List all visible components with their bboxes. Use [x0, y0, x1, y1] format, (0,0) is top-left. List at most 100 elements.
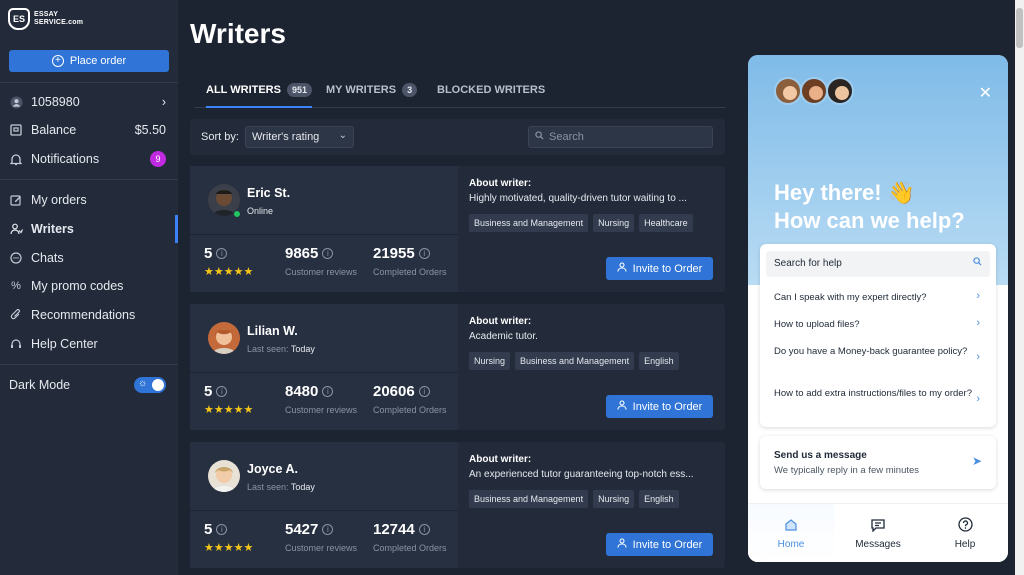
balance-label: Balance	[31, 123, 77, 137]
info-icon[interactable]: i	[216, 248, 228, 259]
widget-tab-help[interactable]: Help	[922, 504, 1008, 562]
writer-name[interactable]: Joyce A.	[247, 462, 298, 476]
info-icon[interactable]: i	[322, 386, 334, 397]
sidebar-item-help-center[interactable]: Help Center	[0, 330, 178, 358]
invite-label: Invite to Order	[632, 262, 703, 275]
sidebar-item-label: Recommendations	[31, 308, 136, 322]
writer-card: Eric St. Online 5i ★★★★★ 9865 i Customer …	[190, 166, 725, 292]
completed-number: 12744	[373, 521, 415, 538]
writer-summary: Eric St. Online 5i ★★★★★ 9865 i Customer …	[190, 166, 458, 292]
writer-summary: Joyce A. Last seen: Today 5i ★★★★★ 5427 i…	[190, 442, 458, 568]
info-icon[interactable]: i	[322, 524, 334, 535]
tab-label: MY WRITERS	[326, 83, 397, 96]
user-icon	[617, 538, 627, 551]
sidebar-item-promo-codes[interactable]: % My promo codes	[0, 272, 178, 300]
writer-status: Online	[247, 206, 273, 216]
search-input[interactable]: Search	[528, 126, 713, 148]
user-circle-icon	[9, 95, 23, 109]
info-icon[interactable]: i	[418, 386, 430, 397]
help-search-input[interactable]: Search for help	[766, 251, 990, 277]
reviews-number: 9865	[285, 245, 319, 262]
widget-tab-label: Messages	[855, 538, 901, 550]
status-value: Online	[247, 206, 274, 216]
invite-to-order-button[interactable]: Invite to Order	[606, 395, 713, 418]
faq-item[interactable]: How to add extra instructions/files to m…	[774, 386, 980, 401]
reviews-number: 8480	[285, 383, 319, 400]
sidebar-item-label: My orders	[31, 193, 87, 207]
balance-value: $5.50	[134, 123, 166, 137]
info-icon[interactable]: i	[322, 248, 334, 259]
close-icon[interactable]: ✕	[979, 83, 992, 103]
avatar	[774, 77, 802, 105]
send-icon: ➤	[971, 454, 982, 468]
account-item[interactable]: 1058980 ›	[0, 88, 178, 116]
info-icon[interactable]: i	[216, 386, 228, 397]
writer-name[interactable]: Lilian W.	[247, 324, 298, 338]
dark-mode-toggle[interactable]: ☼	[134, 377, 166, 393]
info-icon[interactable]: i	[418, 524, 430, 535]
headset-icon	[9, 337, 23, 351]
user-icon	[617, 262, 627, 275]
about-text: Highly motivated, quality-driven tutor w…	[469, 193, 687, 204]
widget-tab-home[interactable]: Home	[748, 504, 834, 562]
writer-tabs: ALL WRITERS 951 MY WRITERS 3 BLOCKED WRI…	[194, 72, 726, 108]
rating-stars: ★★★★★	[204, 542, 254, 554]
sidebar-item-writers[interactable]: Writers	[0, 215, 178, 243]
widget-tab-messages[interactable]: Messages	[835, 504, 921, 562]
tab-all-writers[interactable]: ALL WRITERS 951	[206, 72, 312, 108]
reviews-label: Customer reviews	[285, 405, 358, 415]
balance-item[interactable]: Balance $5.50	[0, 116, 178, 144]
bell-icon	[9, 152, 23, 166]
invite-to-order-button[interactable]: Invite to Order	[606, 533, 713, 556]
subject-tag: Healthcare	[639, 214, 693, 232]
writer-status: Last seen: Today	[247, 482, 315, 492]
sort-value: Writer's rating	[252, 131, 320, 143]
faq-item[interactable]: Can I speak with my expert directly?	[774, 290, 980, 305]
place-order-button[interactable]: + Place order	[9, 50, 169, 72]
wallet-icon	[9, 123, 23, 137]
paperclip-icon	[9, 308, 23, 322]
divider	[190, 372, 458, 373]
about-title: About writer:	[469, 316, 532, 327]
sort-select[interactable]: Writer's rating ⌄	[245, 126, 354, 148]
logo[interactable]: ES ESSAY SERVICE.com	[8, 8, 83, 30]
avatar[interactable]	[208, 460, 240, 492]
tab-my-writers[interactable]: MY WRITERS 3	[326, 72, 418, 107]
edit-icon	[9, 193, 23, 207]
info-icon[interactable]: i	[216, 524, 228, 535]
logo-line2: SERVICE.com	[34, 19, 84, 26]
help-widget: ✕ Hey there! 👋 How can we help? Search f…	[748, 55, 1008, 562]
invite-label: Invite to Order	[632, 538, 703, 551]
sidebar-item-label: My promo codes	[31, 279, 124, 293]
user-icon	[617, 400, 627, 413]
divider	[0, 82, 178, 83]
subject-tags: Business and Management Nursing Healthca…	[469, 214, 693, 232]
subject-tag: Business and Management	[515, 352, 635, 370]
sidebar-item-my-orders[interactable]: My orders	[0, 186, 178, 214]
sidebar-item-chats[interactable]: Chats	[0, 244, 178, 272]
notifications-item[interactable]: Notifications 9	[0, 145, 178, 173]
sort-label: Sort by:	[201, 131, 239, 143]
subject-tag: Nursing	[593, 490, 635, 508]
status-value: Today	[290, 482, 315, 492]
chevron-right-icon: ›	[161, 95, 166, 109]
send-message-card[interactable]: Send us a message We typically reply in …	[760, 436, 996, 489]
search-placeholder: Search	[549, 131, 584, 143]
faq-item[interactable]: Do you have a Money-back guarantee polic…	[774, 344, 980, 359]
faq-item[interactable]: How to upload files?	[774, 317, 980, 332]
avatar[interactable]	[208, 322, 240, 354]
sun-icon: ☼	[138, 378, 148, 389]
reviews-value: 5427 i	[285, 521, 334, 538]
writer-name[interactable]: Eric St.	[247, 186, 290, 200]
info-icon[interactable]: i	[418, 248, 430, 259]
invite-to-order-button[interactable]: Invite to Order	[606, 257, 713, 280]
widget-greeting: Hey there! 👋 How can we help?	[774, 179, 965, 235]
sidebar: ES ESSAY SERVICE.com + Place order 10589…	[0, 0, 178, 575]
sidebar-item-recommendations[interactable]: Recommendations	[0, 301, 178, 329]
scrollbar-thumb[interactable]	[1016, 8, 1023, 48]
support-agents	[774, 77, 854, 105]
page-scrollbar[interactable]	[1015, 0, 1024, 575]
tab-blocked-writers[interactable]: BLOCKED WRITERS	[437, 72, 545, 107]
reviews-label: Customer reviews	[285, 543, 358, 553]
rating-value: 5i	[204, 245, 228, 262]
